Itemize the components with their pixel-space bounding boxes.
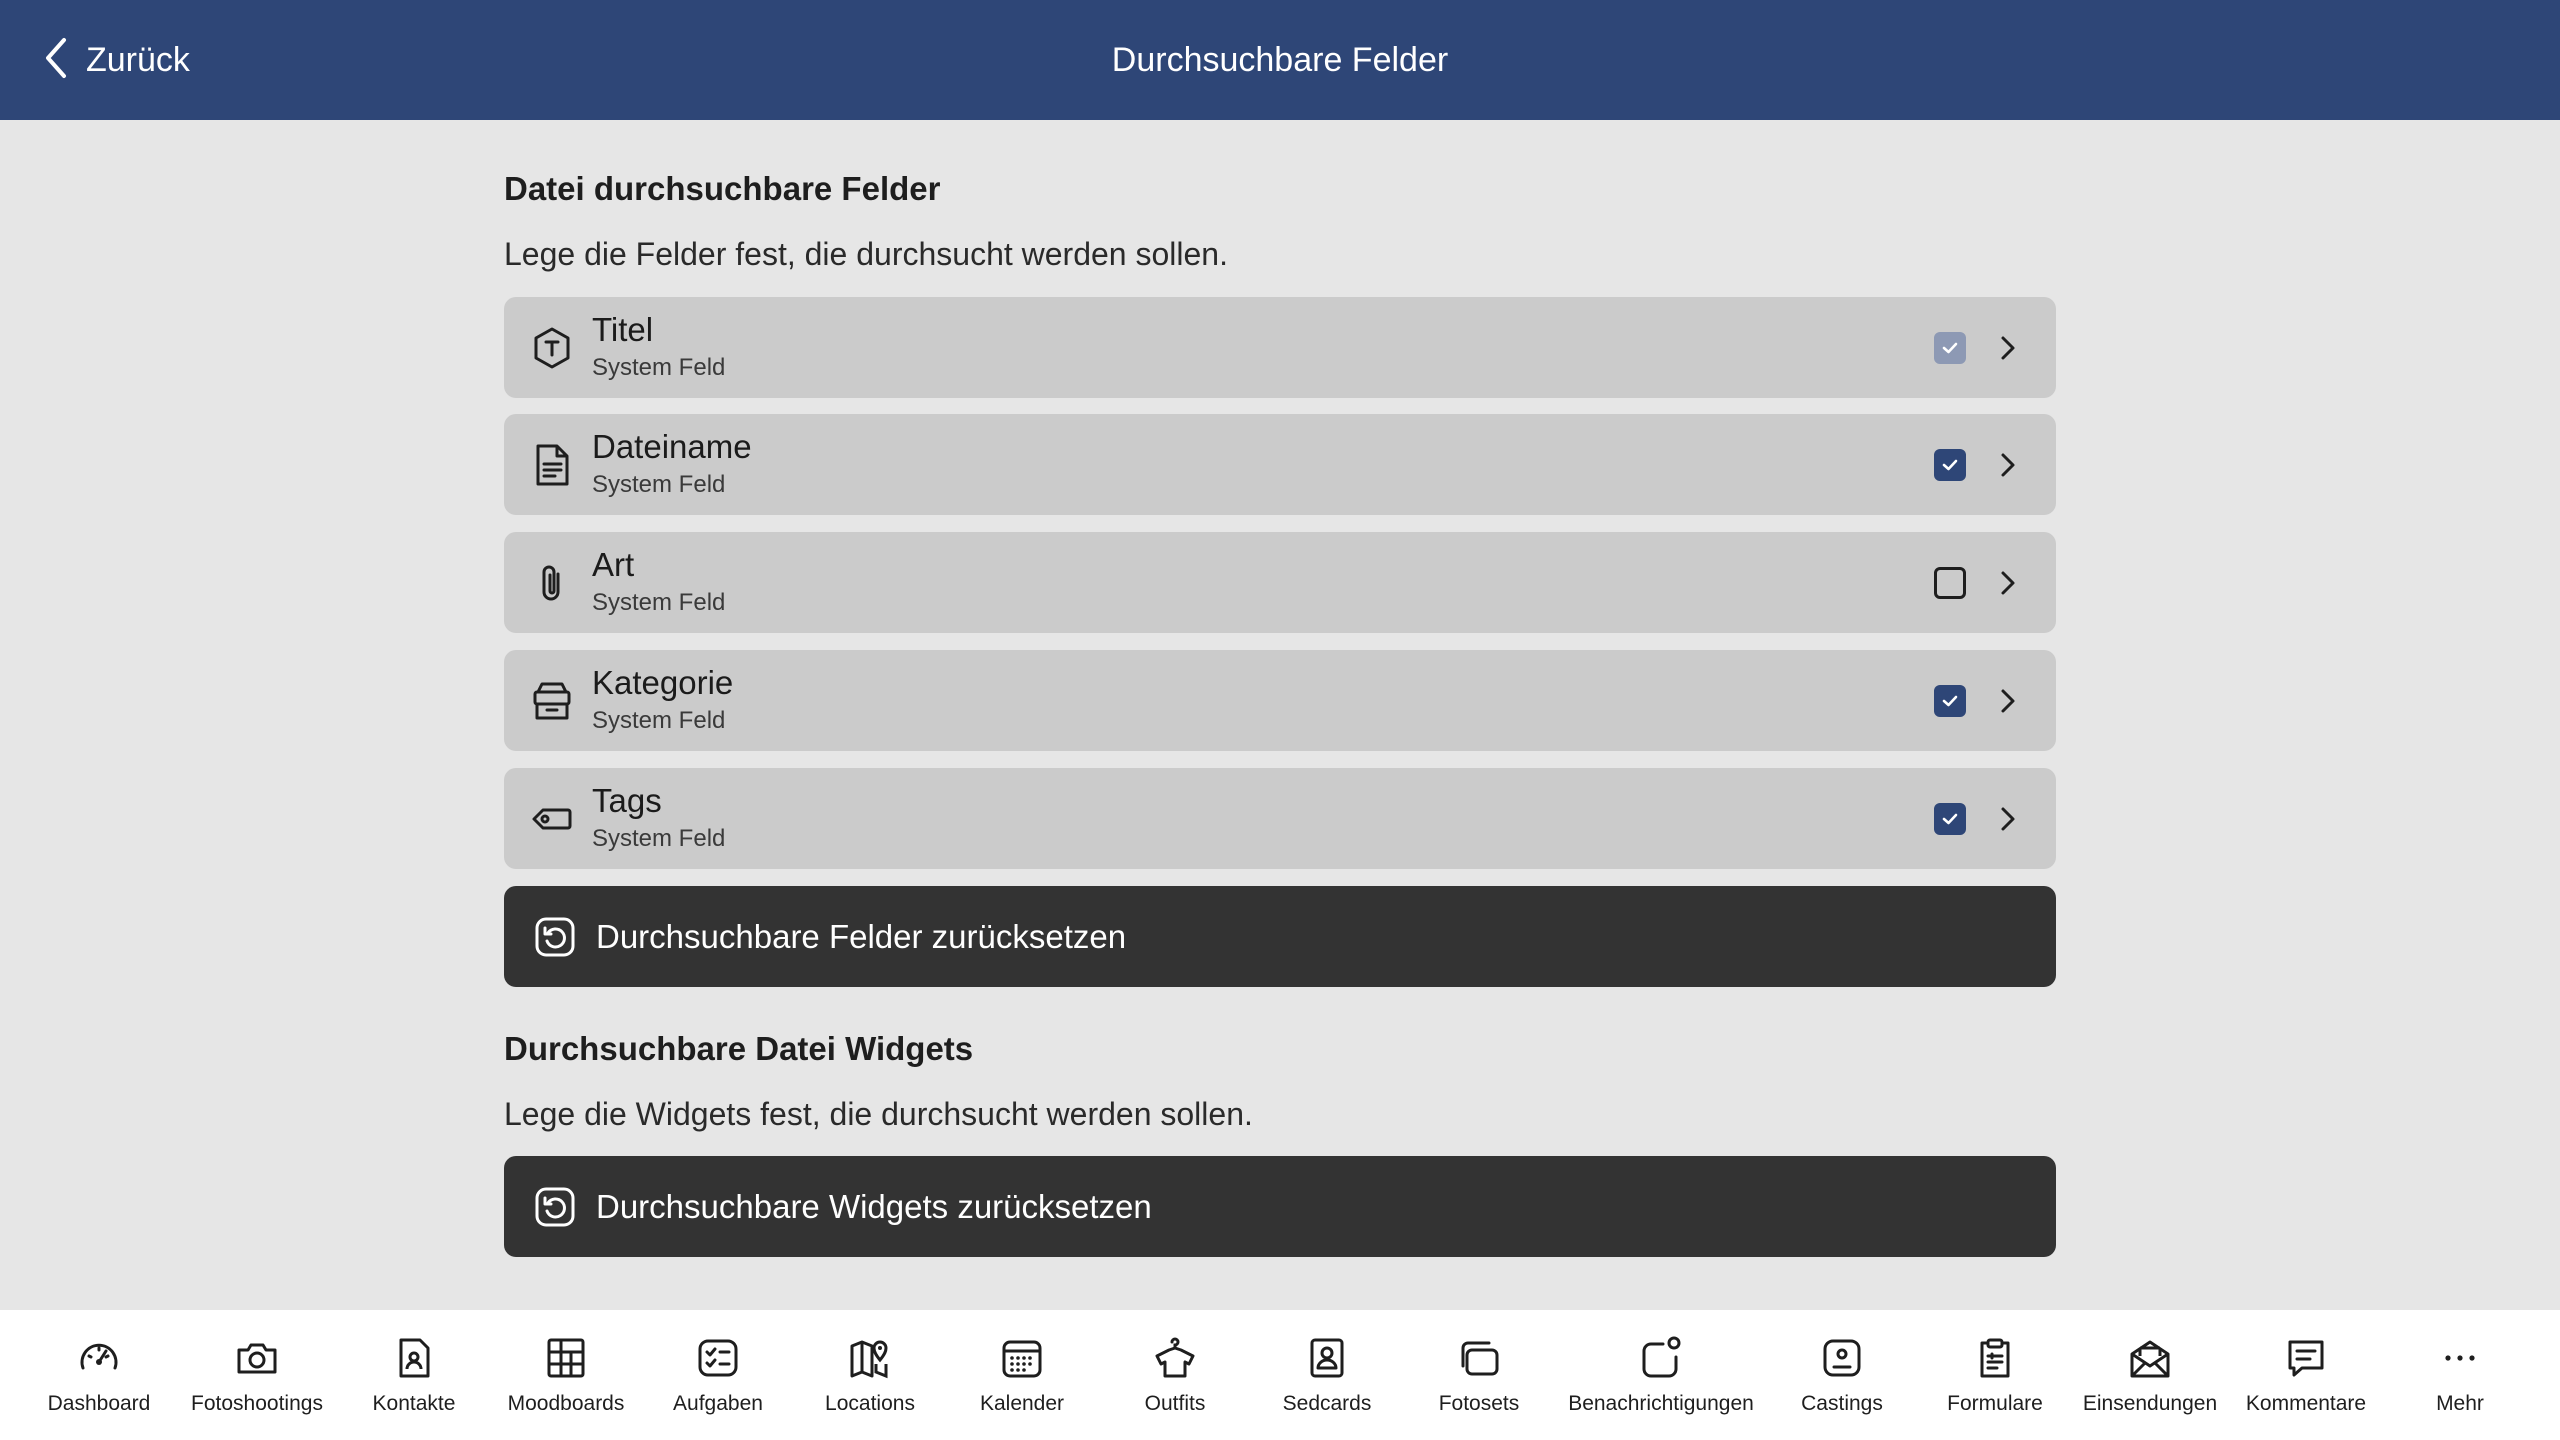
document-icon [530,442,574,488]
tab-label: Dashboard [47,1392,151,1415]
field-checkbox[interactable] [1934,803,1966,835]
field-name: Titel [592,311,654,348]
tab-label: Fotosets [1438,1392,1520,1415]
chevron-right-icon [1998,450,2018,480]
tab-label: Einsendungen [2082,1392,2218,1415]
field-subtitle: System Feld [592,589,726,616]
fields-section-title: Datei durchsuchbare Felder [504,170,941,207]
tab-label: Outfits [1144,1392,1206,1415]
back-button[interactable]: Zurück [40,30,190,90]
back-label: Zurück [86,40,190,79]
field-row-art[interactable]: Art System Feld [504,532,2056,633]
tab-kommentare[interactable]: Kommentare [2216,1310,2396,1440]
field-subtitle: System Feld [592,825,726,852]
tab-fotoshootings[interactable]: Fotoshootings [167,1310,347,1440]
tag-icon [530,796,574,842]
tab-dashboard[interactable]: Dashboard [9,1310,189,1440]
reset-icon [534,916,576,958]
tab-label: Kontakte [372,1392,456,1415]
field-subtitle: System Feld [592,707,726,734]
tab-label: Mehr [2436,1392,2484,1415]
field-row-titel[interactable]: Titel System Feld [504,297,2056,398]
reset-fields-button[interactable]: Durchsuchbare Felder zurücksetzen [504,886,2056,987]
tab-label: Castings [1801,1392,1883,1415]
tab-label: Fotoshootings [191,1392,323,1415]
bottom-tab-bar: Dashboard Fotoshootings Kontakte Moodboa… [0,1310,2560,1440]
camera-icon [233,1334,281,1382]
casting-badge-icon [1818,1334,1866,1382]
tab-label: Locations [825,1392,915,1415]
tab-label: Kommentare [2245,1392,2367,1415]
tab-label: Sedcards [1282,1392,1372,1415]
widgets-section-description: Lege die Widgets fest, die durchsucht we… [504,1096,1253,1132]
field-row-kategorie[interactable]: Kategorie System Feld [504,650,2056,751]
chevron-right-icon [1998,333,2018,363]
tab-mehr[interactable]: Mehr [2370,1310,2550,1440]
field-checkbox[interactable] [1934,449,1966,481]
widgets-section-title: Durchsuchbare Datei Widgets [504,1030,974,1067]
notification-icon [1637,1334,1685,1382]
field-checkbox[interactable] [1934,567,1966,599]
paperclip-icon [530,560,574,606]
field-name: Tags [592,782,662,819]
profile-card-icon [1303,1334,1351,1382]
field-checkbox[interactable] [1934,685,1966,717]
field-name: Kategorie [592,664,734,701]
field-subtitle: System Feld [592,471,726,498]
top-navigation-bar: Zurück Durchsuchbare Felder [0,0,2560,120]
photo-stack-icon [1455,1334,1503,1382]
map-pin-icon [846,1334,894,1382]
field-name: Dateiname [592,428,752,465]
clipboard-form-icon [1971,1334,2019,1382]
field-name: Art [592,546,635,583]
archive-box-icon [530,678,574,724]
tab-label: Benachrichtigungen [1568,1392,1754,1415]
tab-label: Moodboards [507,1392,625,1415]
task-list-icon [694,1334,742,1382]
tab-fotosets[interactable]: Fotosets [1389,1310,1569,1440]
speedometer-icon [75,1334,123,1382]
moodboard-grid-icon [542,1334,590,1382]
page-title: Durchsuchbare Felder [1111,40,1449,79]
fields-section-description: Lege die Felder fest, die durchsucht wer… [504,236,1228,272]
tab-label: Kalender [979,1392,1065,1415]
chevron-right-icon [1998,686,2018,716]
tab-label: Aufgaben [673,1392,763,1415]
chevron-right-icon [1998,568,2018,598]
reset-widgets-label: Durchsuchbare Widgets zurücksetzen [596,1187,1152,1225]
title-hexagon-icon [530,325,574,371]
tab-einsendungen[interactable]: Einsendungen [2060,1310,2240,1440]
reset-fields-label: Durchsuchbare Felder zurücksetzen [596,917,1127,955]
contact-card-icon [390,1334,438,1382]
tab-label: Formulare [1947,1392,2043,1415]
field-subtitle: System Feld [592,354,726,381]
reset-icon [534,1186,576,1228]
hanger-shirt-icon [1151,1334,1199,1382]
comment-icon [2282,1334,2330,1382]
envelope-open-icon [2126,1334,2174,1382]
field-row-dateiname[interactable]: Dateiname System Feld [504,414,2056,515]
tab-formulare[interactable]: Formulare [1905,1310,2085,1440]
chevron-right-icon [1998,804,2018,834]
reset-widgets-button[interactable]: Durchsuchbare Widgets zurücksetzen [504,1156,2056,1257]
calendar-icon [998,1334,1046,1382]
tab-benachrichtigungen[interactable]: Benachrichtigungen [1568,1310,1754,1440]
more-dots-icon [2436,1334,2484,1382]
chevron-left-icon [40,36,72,85]
field-checkbox[interactable] [1934,332,1966,364]
field-row-tags[interactable]: Tags System Feld [504,768,2056,869]
